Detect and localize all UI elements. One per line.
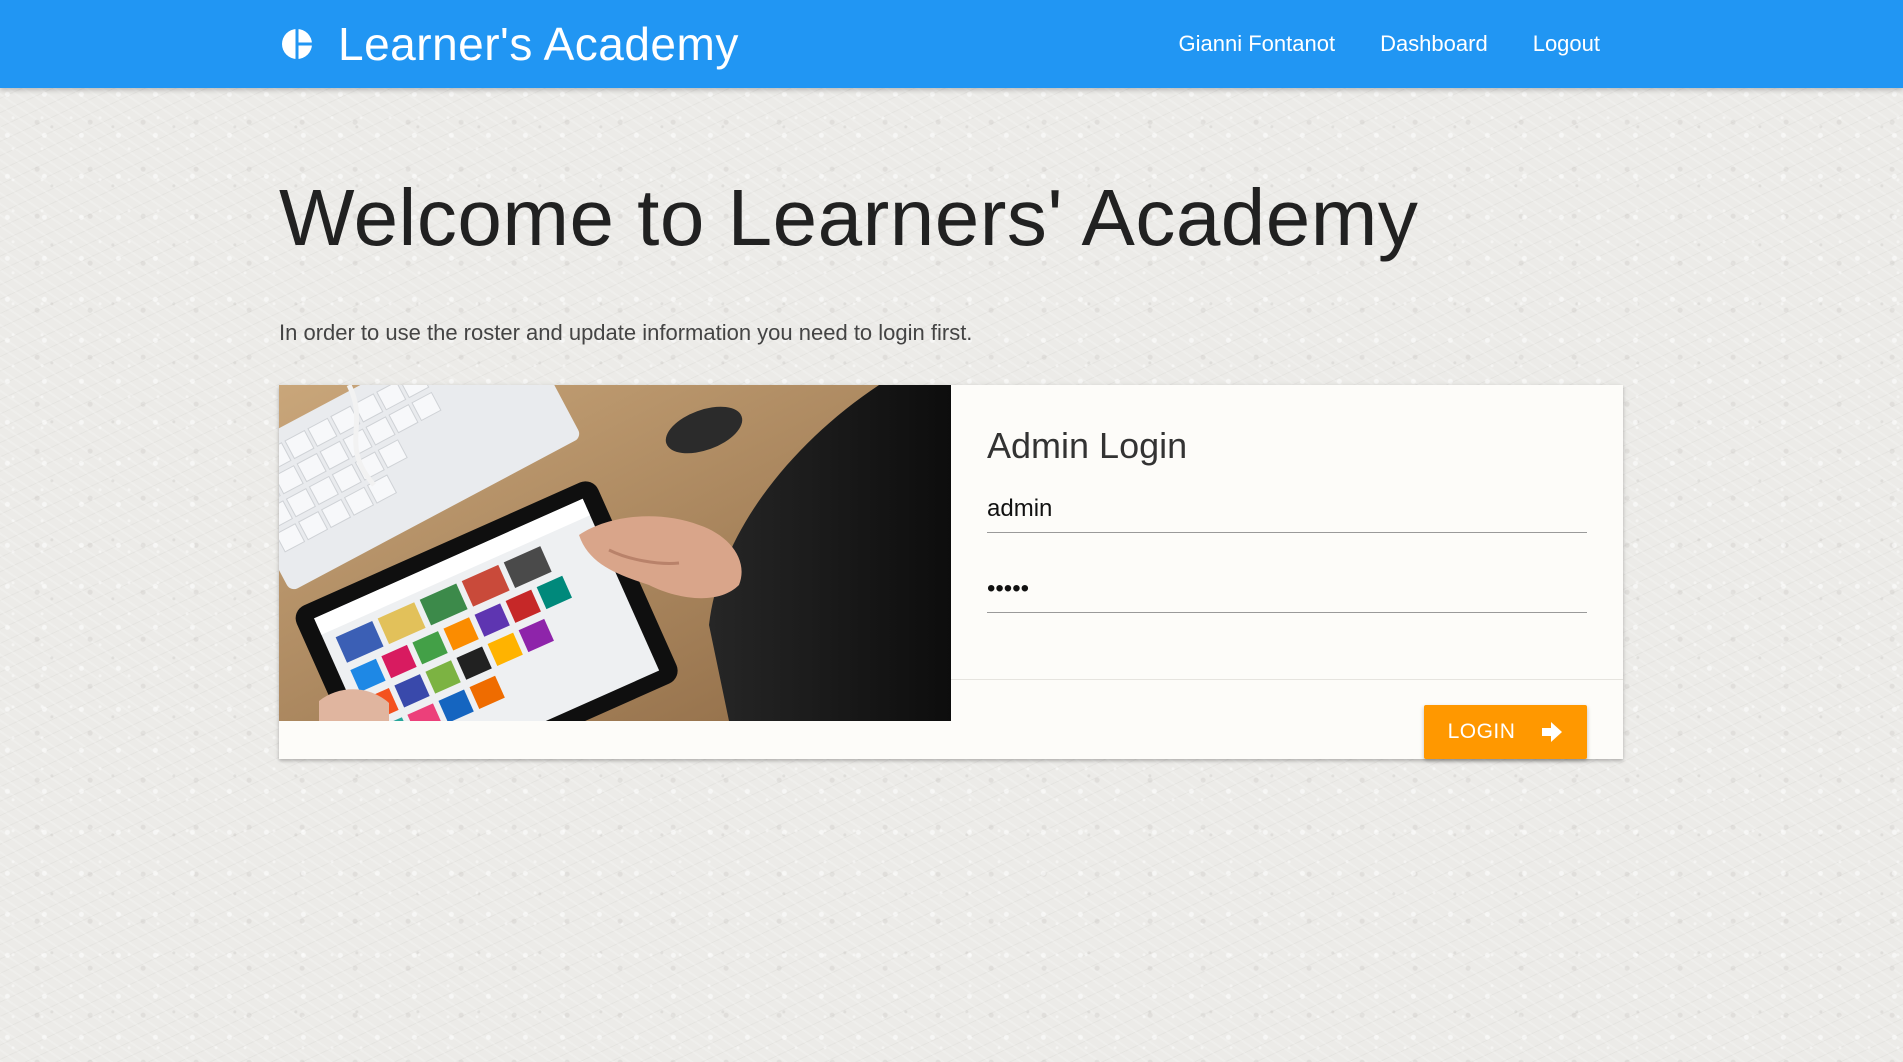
login-form: Admin Login bbox=[951, 385, 1623, 680]
login-card: Admin Login LOGIN bbox=[279, 385, 1623, 759]
nav-dashboard-link[interactable]: Dashboard bbox=[1380, 31, 1488, 57]
password-input[interactable] bbox=[987, 566, 1587, 613]
nav-links: Gianni Fontanot Dashboard Logout bbox=[1134, 0, 1600, 88]
form-title: Admin Login bbox=[987, 425, 1188, 466]
nav-user-name[interactable]: Gianni Fontanot bbox=[1179, 31, 1336, 57]
top-navbar: Learner's Academy Gianni Fontanot Dashbo… bbox=[0, 0, 1903, 88]
login-button-label: LOGIN bbox=[1447, 720, 1516, 743]
intro-text: In order to use the roster and update in… bbox=[279, 320, 973, 345]
username-input[interactable] bbox=[987, 486, 1587, 533]
arrow-right-icon bbox=[1541, 721, 1563, 743]
brand-title: Learner's Academy bbox=[338, 18, 739, 70]
login-button[interactable]: LOGIN bbox=[1424, 705, 1587, 759]
brand-link[interactable]: Learner's Academy bbox=[280, 0, 739, 88]
tablet-photo bbox=[279, 385, 951, 721]
page-title: Welcome to Learners' Academy bbox=[279, 173, 1419, 262]
nav-logout-link[interactable]: Logout bbox=[1533, 31, 1600, 57]
pie-chart-icon bbox=[280, 27, 315, 61]
